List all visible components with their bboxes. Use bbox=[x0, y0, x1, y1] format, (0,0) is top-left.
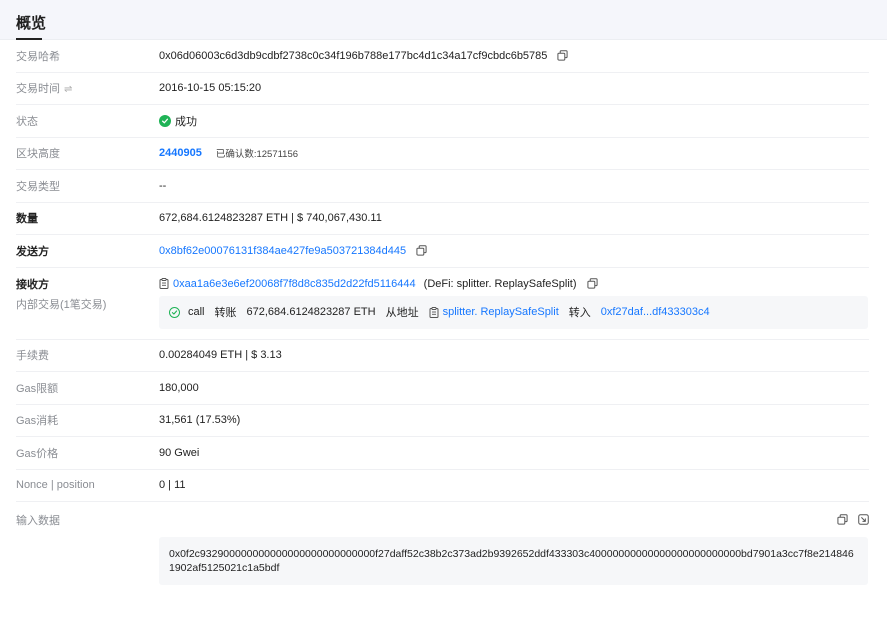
receiver-address-link[interactable]: 0xaa1a6e3e6ef20068f7f8d8c835d2d22fd51164… bbox=[173, 278, 416, 290]
internal-transfer-label: 转账 bbox=[214, 307, 237, 319]
block-link[interactable]: 2440905 bbox=[159, 147, 202, 159]
tx-time-row: 交易时间 ⇌ 2016-10-15 05:15:20 bbox=[16, 73, 869, 105]
receiver-block: 接收方 0xaa1a6e3e6ef20068f7f8d8c835d2d22fd5… bbox=[16, 268, 869, 340]
tx-time-label: 交易时间 bbox=[16, 83, 60, 96]
copy-icon[interactable] bbox=[586, 278, 598, 289]
internal-call: call bbox=[188, 306, 205, 318]
input-data-label: 输入数据 bbox=[16, 514, 60, 527]
amount-value: 672,684.6124823287 ETH | $ 740,067,430.1… bbox=[159, 212, 382, 225]
gas-limit-value: 180,000 bbox=[159, 381, 199, 394]
internal-to-link[interactable]: 0xf27daf...df433303c4 bbox=[601, 306, 710, 318]
overview-content: 交易哈希 0x06d06003c6d3db9cdbf2738c0c34f196b… bbox=[0, 40, 887, 585]
status-label: 状态 bbox=[16, 115, 38, 128]
success-check-icon bbox=[159, 114, 171, 127]
internal-amount: 672,684.6124823287 ETH bbox=[246, 306, 376, 318]
fee-value: 0.00284049 ETH | $ 3.13 bbox=[159, 349, 282, 362]
gas-price-label: Gas价格 bbox=[16, 447, 59, 460]
internal-tx-box: call 转账 672,684.6124823287 ETH 从地址 split… bbox=[159, 295, 868, 329]
sender-address-link[interactable]: 0x8bf62e00076131f384ae427fe9a503721384d4… bbox=[159, 245, 406, 257]
gas-price-value: 90 Gwei bbox=[159, 446, 200, 459]
fee-row: 手续费 0.00284049 ETH | $ 3.13 bbox=[16, 340, 869, 372]
nonce-value: 0 | 11 bbox=[159, 479, 186, 492]
tx-hash-row: 交易哈希 0x06d06003c6d3db9cdbf2738c0c34f196b… bbox=[16, 40, 869, 73]
status-row: 状态 成功 bbox=[16, 105, 869, 138]
nonce-label: Nonce | position bbox=[16, 479, 95, 492]
input-data-row: 输入数据 bbox=[16, 502, 869, 537]
tx-hash-label: 交易哈希 bbox=[16, 50, 60, 63]
block-label: 区块高度 bbox=[16, 148, 60, 161]
gas-used-row: Gas消耗 31,561 (17.53%) bbox=[16, 405, 869, 437]
overview-header: 概览 bbox=[0, 0, 887, 40]
tx-hash-value: 0x06d06003c6d3db9cdbf2738c0c34f196b788e1… bbox=[159, 49, 548, 62]
sender-row: 发送方 0x8bf62e00076131f384ae427fe9a5037213… bbox=[16, 235, 869, 268]
internal-tx-label: 内部交易(1笔交易) bbox=[16, 298, 107, 311]
block-row: 区块高度 2440905 已确认数:12571156 bbox=[16, 138, 869, 170]
gas-limit-row: Gas限额 180,000 bbox=[16, 372, 869, 405]
internal-from-label: 从地址 bbox=[385, 307, 419, 319]
tx-type-value: -- bbox=[159, 179, 167, 192]
gas-limit-label: Gas限额 bbox=[16, 382, 59, 395]
success-outline-icon bbox=[169, 306, 180, 318]
gas-used-value: 31,561 (17.53%) bbox=[159, 414, 241, 427]
contract-icon bbox=[159, 278, 169, 289]
receiver-label: 接收方 bbox=[16, 278, 49, 291]
amount-label: 数量 bbox=[16, 213, 38, 226]
tab-underline bbox=[16, 38, 42, 40]
copy-icon[interactable] bbox=[416, 245, 427, 256]
contract-icon bbox=[429, 306, 439, 318]
copy-icon[interactable] bbox=[837, 514, 848, 525]
fee-label: 手续费 bbox=[16, 350, 49, 363]
amount-row: 数量 672,684.6124823287 ETH | $ 740,067,43… bbox=[16, 203, 869, 235]
internal-from-link[interactable]: splitter. ReplaySafeSplit bbox=[443, 306, 559, 318]
input-data-box[interactable]: 0x0f2c932900000000000000000000000000f27d… bbox=[159, 537, 868, 585]
swap-icon[interactable]: ⇌ bbox=[64, 84, 72, 95]
status-badge: 成功 bbox=[175, 115, 197, 128]
copy-icon[interactable] bbox=[557, 50, 568, 61]
tx-time-value: 2016-10-15 05:15:20 bbox=[159, 82, 262, 95]
page-title: 概览 bbox=[16, 15, 47, 32]
nonce-row: Nonce | position 0 | 11 bbox=[16, 470, 869, 502]
gas-used-label: Gas消耗 bbox=[16, 415, 59, 428]
confirmations: 已确认数:12571156 bbox=[215, 149, 299, 161]
expand-icon[interactable] bbox=[858, 514, 869, 525]
receiver-note: (DeFi: splitter. ReplaySafeSplit) bbox=[423, 277, 577, 290]
sender-label: 发送方 bbox=[16, 245, 49, 258]
internal-to-label: 转入 bbox=[568, 307, 591, 319]
tx-type-row: 交易类型 -- bbox=[16, 170, 869, 203]
gas-price-row: Gas价格 90 Gwei bbox=[16, 437, 869, 470]
tx-type-label: 交易类型 bbox=[16, 180, 60, 193]
